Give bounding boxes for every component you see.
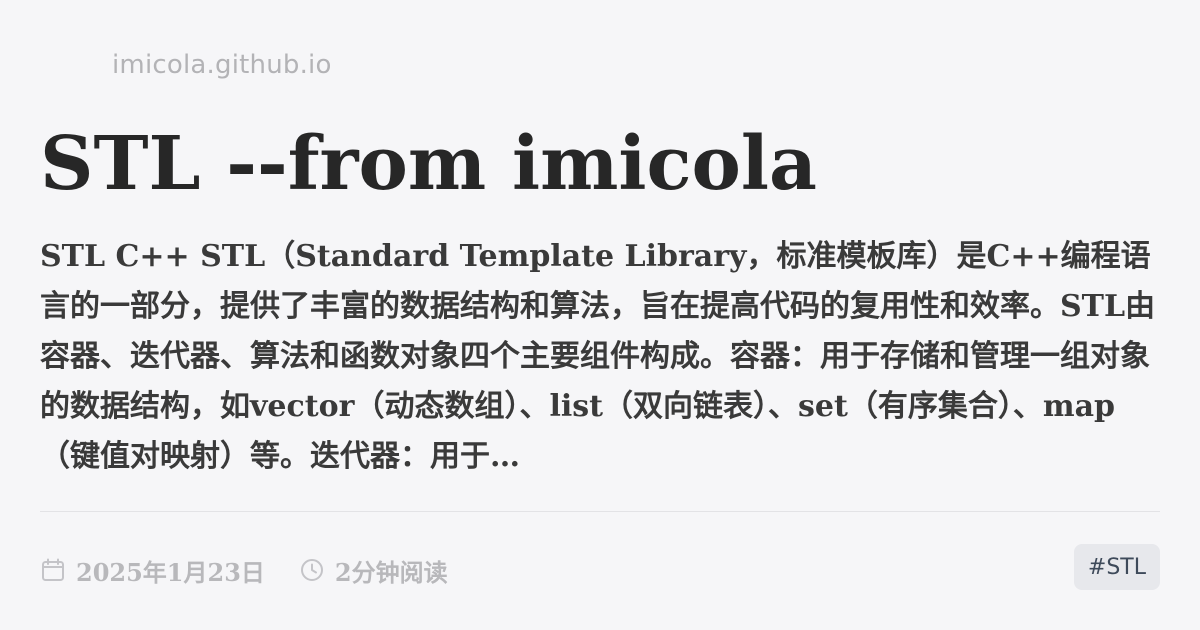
tag-stl[interactable]: #STL: [1073, 544, 1160, 590]
site-domain[interactable]: imicola.github.io: [112, 50, 332, 80]
post-excerpt: STL C++ STL（Standard Template Library，标准…: [40, 239, 1156, 474]
divider: [40, 511, 1160, 512]
calendar-icon: [40, 557, 66, 583]
date-label: 2025年1月23日: [76, 557, 265, 587]
post-title: STL --from imicola: [40, 121, 817, 207]
post-meta: 2025年1月23日 2分钟阅读: [40, 548, 482, 592]
clock-icon: [299, 557, 325, 583]
meta-read-time: 2分钟阅读: [299, 553, 448, 588]
meta-date: 2025年1月23日: [40, 553, 265, 588]
read-time-label: 2分钟阅读: [334, 557, 448, 587]
